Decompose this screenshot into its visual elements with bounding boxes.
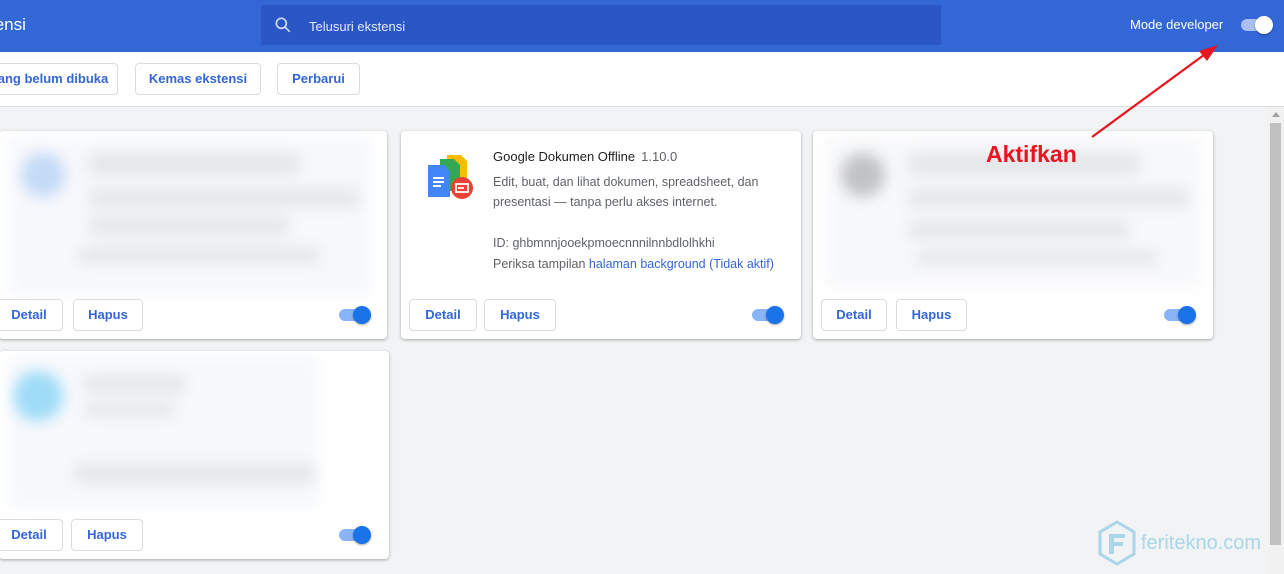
inspect-label: Periksa tampilan <box>493 257 586 271</box>
blurred-text <box>909 189 1189 207</box>
blurred-text <box>909 221 1129 239</box>
toggle-knob <box>353 526 371 544</box>
toggle-knob <box>766 306 784 324</box>
extension-toggle[interactable] <box>750 305 784 325</box>
remove-button[interactable]: Hapus <box>896 299 967 331</box>
blurred-content <box>9 137 371 295</box>
google-docs-offline-icon <box>428 155 473 199</box>
blurred-text <box>89 153 299 175</box>
extension-icon <box>13 371 63 421</box>
extension-icon <box>21 153 65 197</box>
toggle-knob <box>1255 16 1273 34</box>
extension-card: Google Dokumen Offline 1.10.0 Edit, buat,… <box>401 131 801 339</box>
blurred-text <box>917 251 1157 265</box>
background-page-link[interactable]: halaman background (Tidak aktif) <box>589 257 774 271</box>
extension-toggle[interactable] <box>337 525 371 545</box>
page-title: tensi <box>0 15 26 34</box>
extension-icon <box>841 153 885 197</box>
extension-version: 1.10.0 <box>641 149 678 164</box>
blurred-text <box>89 217 289 235</box>
extension-toggle[interactable] <box>1162 305 1196 325</box>
blurred-content <box>9 357 319 507</box>
feritekno-logo-icon <box>1098 520 1136 566</box>
dev-mode-toggle[interactable] <box>1239 15 1273 35</box>
search-input[interactable] <box>307 5 911 47</box>
watermark: feritekno.com <box>1097 520 1267 566</box>
blurred-text <box>85 403 175 417</box>
toggle-knob <box>1178 306 1196 324</box>
extension-title: Google Dokumen Offline <box>493 149 636 164</box>
details-button[interactable]: Detail <box>409 299 477 331</box>
update-button[interactable]: Perbarui <box>277 63 360 95</box>
blurred-text <box>75 463 315 483</box>
details-button[interactable]: Detail <box>0 299 63 331</box>
extension-description: Edit, buat, dan lihat dokumen, spreadshe… <box>493 175 759 209</box>
remove-button[interactable]: Hapus <box>71 519 143 551</box>
load-unpacked-button[interactable]: ang belum dibuka <box>0 63 118 95</box>
blurred-text <box>85 375 185 393</box>
pack-extension-button[interactable]: Kemas ekstensi <box>135 63 261 95</box>
annotation-arrow-icon <box>1091 45 1218 138</box>
search-box[interactable] <box>261 5 941 47</box>
toggle-knob <box>353 306 371 324</box>
scrollbar[interactable] <box>1268 107 1284 574</box>
search-icon[interactable] <box>273 15 293 35</box>
details-button[interactable]: Detail <box>821 299 887 331</box>
inspect-views: Periksa tampilan halaman background (Tid… <box>493 257 783 271</box>
extension-toggle[interactable] <box>337 305 371 325</box>
extension-name: Google Dokumen Offline 1.10.0 <box>493 149 677 164</box>
extension-id: ID: ghbmnnjooekpmoecnnnilnnbdlolhkhi <box>493 236 715 250</box>
extension-card-blurred: Detail Hapus <box>0 131 387 339</box>
annotation-text: Aktifkan <box>986 141 1077 167</box>
extension-card-blurred: Detail Hapus <box>0 351 389 559</box>
details-button[interactable]: Detail <box>0 519 63 551</box>
scrollbar-thumb[interactable] <box>1270 123 1281 545</box>
remove-button[interactable]: Hapus <box>73 299 143 331</box>
watermark-text: feritekno.com <box>1141 532 1262 554</box>
blurred-text <box>89 189 359 207</box>
dev-mode-label: Mode developer <box>1130 17 1224 32</box>
blurred-text <box>79 247 319 263</box>
remove-button[interactable]: Hapus <box>484 299 556 331</box>
scroll-up-arrow-icon[interactable] <box>1271 110 1281 118</box>
